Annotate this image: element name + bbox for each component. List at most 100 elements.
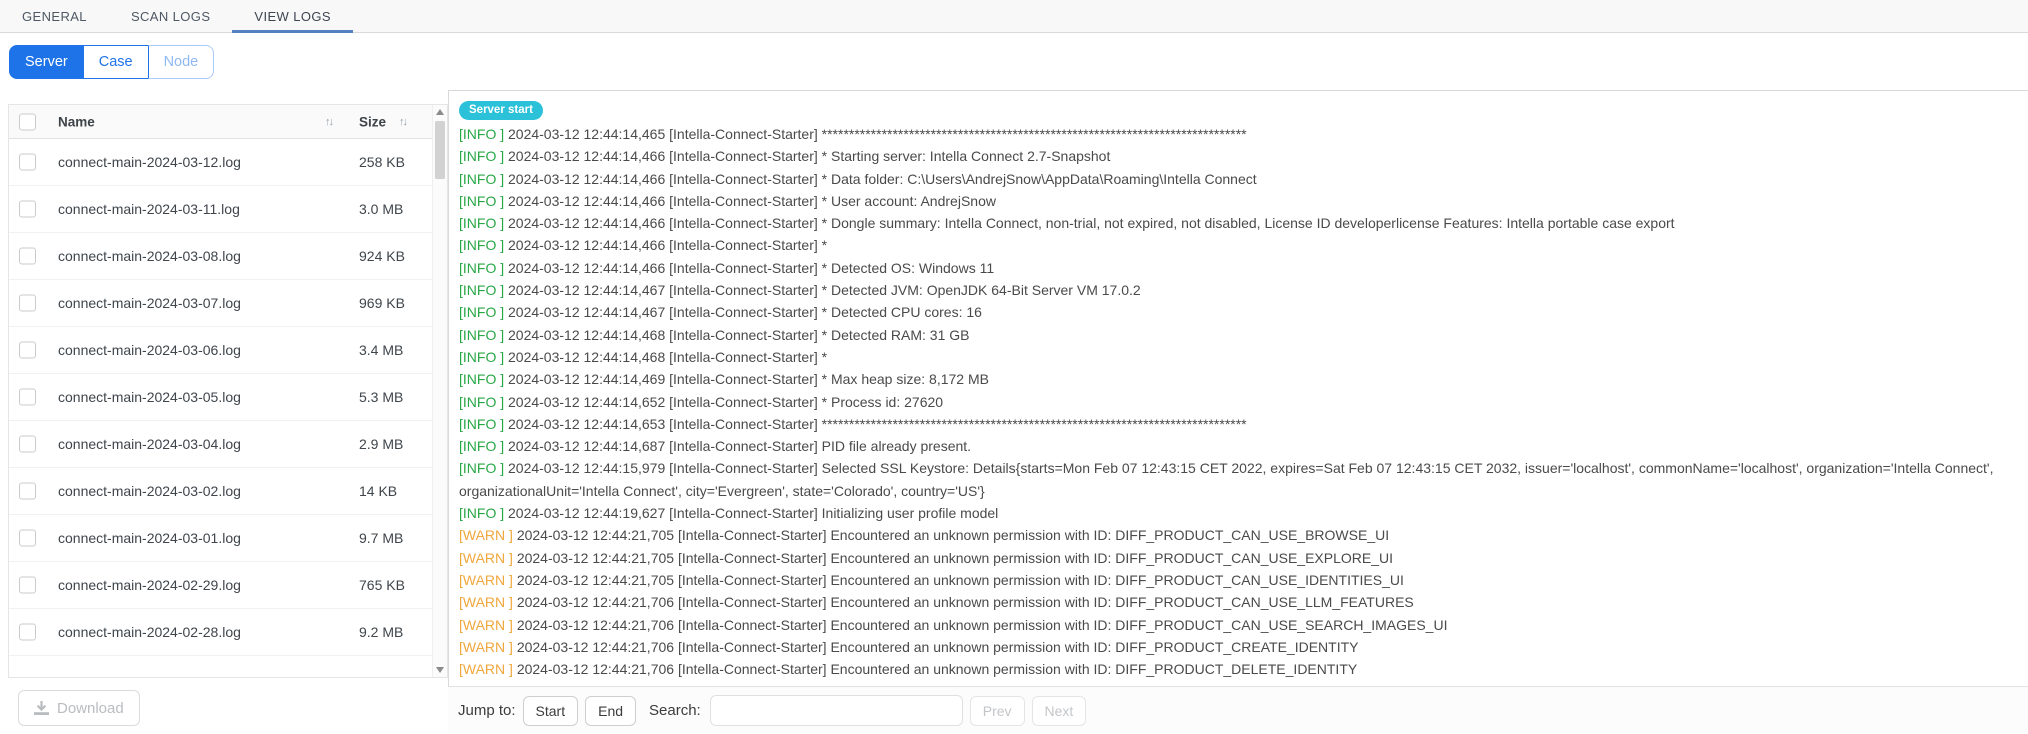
sort-size-icon[interactable]: ↑↓ — [399, 116, 408, 128]
table-row[interactable]: connect-main-2024-02-29.log 765 KB — [9, 562, 447, 609]
log-line: [INFO ] 2024-03-12 12:44:14,465 [Intella… — [459, 126, 1247, 142]
row-checkbox[interactable] — [19, 623, 36, 641]
log-level-tag: [INFO ] — [459, 170, 508, 187]
row-checkbox[interactable] — [19, 388, 36, 406]
log-line: [WARN ] 2024-03-12 12:44:21,706 [Intella… — [459, 638, 1359, 655]
log-source-toggle: Server Case Node — [9, 45, 215, 79]
row-checkbox[interactable] — [19, 482, 36, 500]
jump-start-button[interactable]: Start — [522, 695, 579, 726]
file-size: 2.9 MB — [359, 436, 404, 452]
tab-general[interactable]: GENERAL — [0, 0, 109, 32]
toggle-case-button[interactable]: Case — [83, 45, 148, 79]
log-level-tag: [WARN ] — [459, 527, 517, 544]
file-name: connect-main-2024-03-08.log — [58, 248, 241, 264]
download-button[interactable]: Download — [18, 690, 140, 726]
jump-to-label: Jump to: — [458, 702, 516, 719]
table-row[interactable]: connect-main-2024-03-12.log 258 KB — [9, 139, 447, 186]
row-checkbox[interactable] — [19, 294, 36, 312]
log-level-tag: [INFO ] — [459, 237, 508, 254]
table-row[interactable]: connect-main-2024-03-08.log 924 KB — [9, 233, 447, 280]
table-row[interactable]: connect-main-2024-03-01.log 9.7 MB — [9, 515, 447, 562]
download-label: Download — [57, 699, 124, 717]
file-size: 765 KB — [359, 577, 405, 593]
next-button[interactable]: Next — [1031, 695, 1087, 726]
file-size: 14 KB — [359, 483, 398, 499]
prev-button[interactable]: Prev — [969, 695, 1025, 726]
size-column-header: Size — [359, 114, 387, 129]
sort-name-icon[interactable]: ↑↓ — [325, 116, 334, 128]
file-table-header: Name ↑↓ Size ↑↓ — [9, 105, 447, 139]
log-level-tag: [INFO ] — [459, 348, 508, 365]
log-level-tag: [INFO ] — [459, 505, 508, 522]
file-size: 924 KB — [359, 248, 405, 264]
table-row[interactable]: connect-main-2024-03-11.log 3.0 MB — [9, 186, 447, 233]
row-checkbox[interactable] — [19, 435, 36, 453]
file-size: 258 KB — [359, 154, 405, 170]
row-checkbox[interactable] — [19, 529, 36, 547]
row-checkbox[interactable] — [19, 153, 36, 171]
row-checkbox[interactable] — [19, 247, 36, 265]
log-level-tag: [INFO ] — [459, 304, 508, 321]
top-tab-bar: GENERAL SCAN LOGS VIEW LOGS — [0, 0, 2028, 33]
file-name: connect-main-2024-03-04.log — [58, 436, 241, 452]
file-size: 9.7 MB — [359, 530, 404, 546]
log-line: [WARN ] 2024-03-12 12:44:21,705 [Intella… — [459, 549, 1394, 566]
log-level-tag: [INFO ] — [459, 192, 508, 209]
toggle-node-button[interactable]: Node — [147, 45, 215, 79]
file-size: 3.4 MB — [359, 342, 404, 358]
log-viewer: Server start [INFO ] 2024-03-12 12:44:14… — [448, 90, 2028, 686]
log-level-tag: [INFO ] — [459, 371, 508, 388]
log-line: [INFO ] 2024-03-12 12:44:14,468 [Intella… — [459, 348, 828, 365]
log-level-tag: [WARN ] — [459, 616, 517, 633]
file-name: connect-main-2024-03-11.log — [58, 201, 240, 217]
file-size: 3.0 MB — [359, 201, 404, 217]
log-level-tag: [INFO ] — [459, 460, 508, 477]
log-line: [INFO ] 2024-03-12 12:44:14,466 [Intella… — [459, 148, 1111, 165]
table-row[interactable]: connect-main-2024-03-07.log 969 KB — [9, 280, 447, 327]
row-checkbox[interactable] — [19, 576, 36, 594]
log-level-tag: [WARN ] — [459, 594, 517, 611]
row-checkbox[interactable] — [19, 200, 36, 218]
file-name: connect-main-2024-03-06.log — [58, 342, 241, 358]
scroll-up-icon[interactable] — [436, 109, 444, 115]
log-footer-bar: Jump to: Start End Search: Prev Next — [448, 686, 2028, 734]
tab-scan-logs[interactable]: SCAN LOGS — [109, 0, 232, 32]
log-line: [WARN ] 2024-03-12 12:44:21,705 [Intella… — [459, 527, 1390, 544]
log-line: [INFO ] 2024-03-12 12:44:14,652 [Intella… — [459, 393, 944, 410]
log-level-tag: [INFO ] — [459, 438, 508, 455]
select-all-checkbox[interactable] — [19, 113, 36, 130]
file-name: connect-main-2024-02-29.log — [58, 577, 241, 593]
log-level-tag: [WARN ] — [459, 549, 517, 566]
log-line: [INFO ] 2024-03-12 12:44:14,466 [Intella… — [459, 215, 1675, 232]
table-row[interactable]: connect-main-2024-03-04.log 2.9 MB — [9, 421, 447, 468]
log-level-tag: [WARN ] — [459, 571, 517, 588]
log-line: [INFO ] 2024-03-12 12:44:14,687 [Intella… — [459, 438, 972, 455]
search-input[interactable] — [709, 695, 963, 726]
log-line: [WARN ] 2024-03-12 12:44:21,706 [Intella… — [459, 616, 1448, 633]
log-line: [INFO ] 2024-03-12 12:44:14,466 [Intella… — [459, 259, 995, 276]
log-level-tag: [WARN ] — [459, 661, 517, 678]
table-row[interactable]: connect-main-2024-03-02.log 14 KB — [9, 468, 447, 515]
log-level-tag: [INFO ] — [459, 215, 508, 232]
log-level-tag: [WARN ] — [459, 638, 517, 655]
file-size: 969 KB — [359, 295, 405, 311]
log-line: [INFO ] 2024-03-12 12:44:14,468 [Intella… — [459, 326, 970, 343]
tab-view-logs[interactable]: VIEW LOGS — [232, 0, 353, 33]
file-name: connect-main-2024-03-12.log — [58, 154, 241, 170]
log-file-panel: Name ↑↓ Size ↑↓ connect-main-2024-03-12.… — [8, 104, 448, 678]
file-list-scrollbar[interactable] — [432, 105, 447, 677]
jump-end-button[interactable]: End — [585, 695, 637, 726]
table-row[interactable]: connect-main-2024-02-28.log 9.2 MB — [9, 609, 447, 656]
log-line: [WARN ] 2024-03-12 12:44:21,706 [Intella… — [459, 661, 1358, 678]
scrollbar-thumb[interactable] — [435, 121, 445, 179]
row-checkbox[interactable] — [19, 341, 36, 359]
toggle-server-button[interactable]: Server — [9, 45, 84, 79]
scroll-down-icon[interactable] — [436, 667, 444, 673]
file-size: 5.3 MB — [359, 389, 404, 405]
log-line: organizationalUnit='Intella Connect', ci… — [459, 482, 985, 499]
log-level-tag: [INFO ] — [459, 415, 508, 432]
name-column-header: Name — [58, 114, 95, 129]
log-level-tag: [INFO ] — [459, 393, 508, 410]
table-row[interactable]: connect-main-2024-03-05.log 5.3 MB — [9, 374, 447, 421]
table-row[interactable]: connect-main-2024-03-06.log 3.4 MB — [9, 327, 447, 374]
